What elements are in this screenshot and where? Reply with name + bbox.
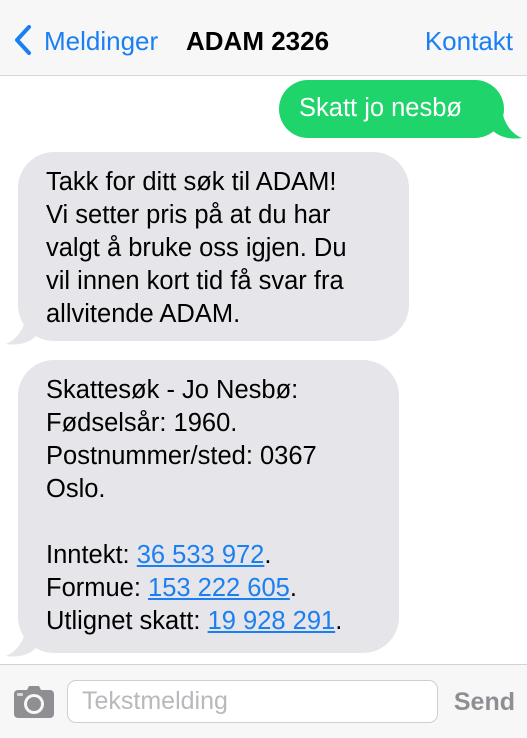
tax-phone-link[interactable]: 19 928 291 (208, 607, 336, 635)
message-line: vil innen kort tid få svar fra (46, 267, 344, 295)
message-line: Fødselsår: 1960. (46, 409, 238, 437)
navigation-bar: Meldinger ADAM 2326 Kontakt (0, 0, 527, 76)
sent-message-bubble[interactable]: Skatt jo nesbø (279, 80, 504, 138)
send-button[interactable]: Send (454, 687, 515, 717)
received-bubble-tail (6, 628, 36, 657)
income-line: Inntekt: 36 533 972. (46, 539, 383, 572)
message-line: Vi setter pris på at du har (46, 201, 331, 229)
wealth-label: Formue: (46, 574, 149, 602)
camera-icon[interactable] (13, 684, 55, 720)
period: . (264, 541, 272, 569)
message-line: Skattesøk - Jo Nesbø: (46, 376, 299, 404)
period: . (289, 574, 297, 602)
wealth-phone-link[interactable]: 153 222 605 (148, 574, 290, 602)
message-line: Postnummer/sted: 0367 (46, 442, 317, 470)
message-text-input[interactable] (67, 680, 438, 723)
received-bubble-tail (6, 316, 36, 345)
message-line: allvitende ADAM. (46, 300, 241, 328)
period: . (335, 607, 343, 635)
received-message-bubble[interactable]: Skattesøk - Jo Nesbø: Fødselsår: 1960. P… (18, 360, 399, 653)
back-button-label[interactable]: Meldinger (44, 24, 158, 58)
sent-message-text: Skatt jo nesbø (299, 94, 462, 122)
income-phone-link[interactable]: 36 533 972 (137, 541, 265, 569)
received-message-bubble[interactable]: Takk for ditt søk til ADAM! Vi setter pr… (18, 152, 409, 341)
message-line: valgt å bruke oss igjen. Du (46, 234, 347, 262)
message-input-bar: Send (0, 664, 527, 738)
wealth-line: Formue: 153 222 605. (46, 572, 383, 605)
tax-line: Utlignet skatt: 19 928 291. (46, 605, 383, 638)
tax-label: Utlignet skatt: (46, 607, 208, 635)
sent-bubble-tail (492, 110, 522, 139)
chevron-left-icon[interactable] (12, 24, 34, 56)
message-line: Oslo. (46, 475, 106, 503)
message-line: Takk for ditt søk til ADAM! (46, 168, 337, 196)
conversation-title: ADAM 2326 (186, 26, 330, 56)
contact-button[interactable]: Kontakt (425, 24, 513, 58)
income-label: Inntekt: (46, 541, 137, 569)
